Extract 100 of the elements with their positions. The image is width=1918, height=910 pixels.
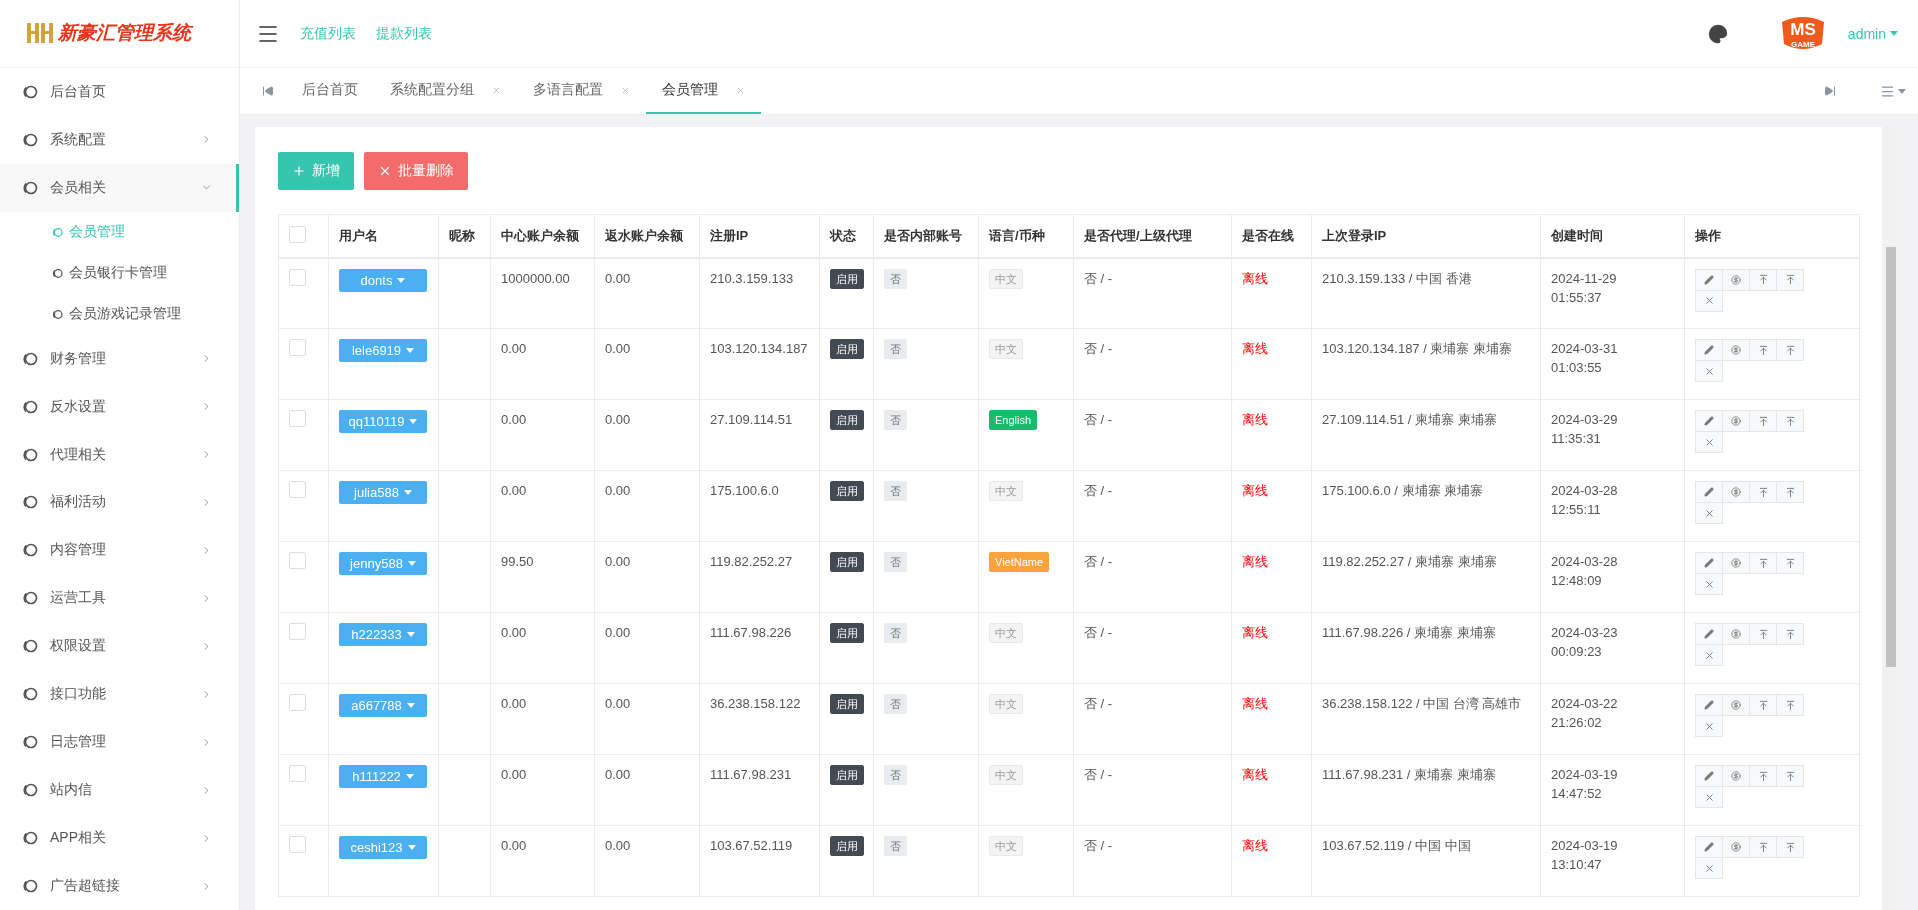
money-button[interactable] bbox=[1722, 410, 1750, 432]
online-status: 离线 bbox=[1242, 483, 1268, 498]
page-tab[interactable]: 系统配置分组 bbox=[374, 68, 517, 114]
page-tab[interactable]: 多语言配置 bbox=[517, 68, 646, 114]
money-button[interactable] bbox=[1722, 623, 1750, 645]
arrow-up-icon bbox=[1784, 344, 1796, 356]
caret-icon bbox=[405, 774, 414, 779]
arrow-up-button[interactable] bbox=[1749, 623, 1777, 645]
arrow-up-button[interactable] bbox=[1776, 481, 1804, 503]
money-button[interactable] bbox=[1722, 836, 1750, 858]
skip-forward-icon[interactable] bbox=[1824, 85, 1836, 97]
column-header: 是否在线 bbox=[1242, 227, 1294, 243]
edit-button[interactable] bbox=[1695, 836, 1723, 858]
sidebar-subitem[interactable]: 会员银行卡管理 bbox=[0, 252, 239, 294]
column-header: 是否内部账号 bbox=[884, 227, 962, 243]
table-cell: 111.67.98.226 bbox=[710, 625, 792, 640]
table-cell: 14:47:52 bbox=[1551, 786, 1602, 801]
table-cell: 119.82.252.27 bbox=[710, 554, 793, 569]
arrow-up-button[interactable] bbox=[1776, 623, 1804, 645]
arrow-up-button[interactable] bbox=[1776, 765, 1804, 787]
online-status: 离线 bbox=[1242, 270, 1268, 286]
table-cell: 否 / - bbox=[1084, 767, 1113, 782]
checkbox[interactable] bbox=[289, 836, 306, 853]
arrow-up-button[interactable] bbox=[1749, 694, 1777, 716]
sidebar-item[interactable]: 会员相关 bbox=[0, 163, 239, 212]
circle-icon bbox=[22, 494, 38, 511]
money-button[interactable] bbox=[1722, 694, 1750, 716]
table-cell: 27.109.114.51 / 柬埔寨 柬埔寨 bbox=[1322, 412, 1497, 427]
table-cell: 否 / - bbox=[1084, 341, 1113, 356]
page-tab[interactable]: 后台首页 bbox=[286, 68, 374, 114]
circle-icon bbox=[52, 267, 63, 279]
arrow-up-icon bbox=[1757, 770, 1769, 782]
arrow-up-icon bbox=[1784, 841, 1796, 853]
checkbox[interactable] bbox=[289, 552, 306, 569]
edit-button[interactable] bbox=[1695, 765, 1723, 787]
caret-icon bbox=[407, 845, 416, 850]
arrow-up-button[interactable] bbox=[1776, 552, 1804, 574]
checkbox[interactable] bbox=[289, 410, 306, 427]
table-cell: 36.238.158.122 bbox=[710, 696, 801, 711]
checkbox[interactable] bbox=[289, 268, 306, 286]
arrow-up-button[interactable] bbox=[1776, 268, 1804, 291]
close-icon[interactable] bbox=[621, 85, 630, 95]
checkbox[interactable] bbox=[289, 481, 306, 498]
checkbox[interactable] bbox=[289, 765, 306, 782]
table-cell: 0.00 bbox=[501, 341, 527, 356]
close-icon[interactable] bbox=[492, 85, 501, 95]
online-status: 离线 bbox=[1242, 625, 1268, 640]
money-button[interactable] bbox=[1722, 765, 1750, 787]
dollar-icon bbox=[1731, 558, 1741, 568]
arrow-up-button[interactable] bbox=[1749, 765, 1777, 787]
arrow-up-button[interactable] bbox=[1749, 552, 1777, 574]
pencil-icon bbox=[1704, 558, 1714, 568]
arrow-up-button[interactable] bbox=[1749, 836, 1777, 858]
table-cell: 103.67.52.119 bbox=[710, 838, 793, 853]
internal-tag: 否 bbox=[884, 765, 907, 785]
caret-icon bbox=[407, 561, 416, 566]
circle-icon bbox=[22, 878, 38, 895]
edit-button[interactable] bbox=[1695, 339, 1723, 361]
pencil-icon bbox=[1704, 274, 1714, 285]
arrow-up-icon bbox=[1757, 841, 1769, 853]
edit-button[interactable] bbox=[1695, 410, 1723, 432]
checkbox[interactable] bbox=[289, 623, 306, 640]
arrow-up-button[interactable] bbox=[1776, 339, 1804, 361]
arrow-up-button[interactable] bbox=[1749, 410, 1777, 432]
internal-tag: 否 bbox=[884, 481, 907, 501]
circle-icon bbox=[22, 734, 38, 751]
scrollbar[interactable] bbox=[1882, 127, 1900, 910]
pencil-icon bbox=[1704, 700, 1714, 710]
edit-button[interactable] bbox=[1695, 623, 1723, 645]
checkbox[interactable] bbox=[289, 225, 306, 243]
arrow-up-button[interactable] bbox=[1749, 268, 1777, 291]
internal-tag: 否 bbox=[884, 623, 907, 643]
checkbox[interactable] bbox=[289, 339, 306, 356]
edit-button[interactable] bbox=[1695, 481, 1723, 503]
circle-icon bbox=[22, 398, 38, 415]
language-tag: 中文 bbox=[989, 481, 1023, 501]
edit-button[interactable] bbox=[1695, 694, 1723, 716]
skip-back-icon[interactable] bbox=[262, 85, 274, 97]
arrow-up-button[interactable] bbox=[1749, 339, 1777, 361]
arrow-up-button[interactable] bbox=[1776, 410, 1804, 432]
money-button[interactable] bbox=[1722, 339, 1750, 361]
edit-button[interactable] bbox=[1695, 268, 1723, 291]
arrow-up-button[interactable] bbox=[1749, 481, 1777, 503]
table-cell: 0.00 bbox=[605, 554, 631, 569]
edit-button[interactable] bbox=[1695, 552, 1723, 574]
checkbox[interactable] bbox=[289, 694, 306, 711]
money-button[interactable] bbox=[1722, 268, 1750, 291]
dollar-icon bbox=[1731, 629, 1741, 639]
close-icon[interactable] bbox=[736, 85, 745, 95]
caret-icon bbox=[409, 419, 418, 424]
money-button[interactable] bbox=[1722, 481, 1750, 503]
arrow-up-button[interactable] bbox=[1776, 836, 1804, 858]
money-button[interactable] bbox=[1722, 552, 1750, 574]
arrow-up-button[interactable] bbox=[1776, 694, 1804, 716]
close-icon bbox=[1703, 578, 1715, 590]
sidebar-subitem[interactable]: 会员游戏记录管理 bbox=[0, 293, 239, 335]
table-cell: 0.00 bbox=[605, 838, 631, 853]
arrow-up-icon bbox=[1757, 628, 1769, 640]
palette-icon[interactable] bbox=[1707, 23, 1728, 44]
caret-icon bbox=[1898, 88, 1906, 94]
